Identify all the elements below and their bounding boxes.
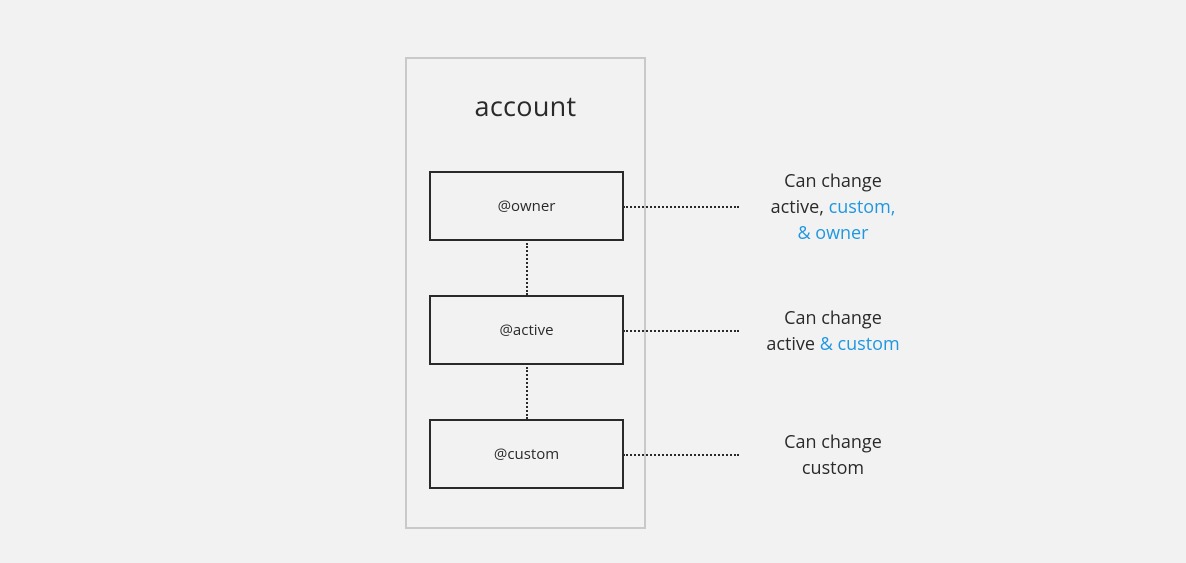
description-active: Can change active & custom [748,305,918,357]
account-title: account [407,87,644,124]
horizontal-connector-icon [623,206,739,208]
desc-text: active, [771,195,829,219]
desc-text: custom [802,456,864,480]
description-custom: Can change custom [748,429,918,481]
permission-label: @owner [498,196,556,216]
permission-label: @active [499,320,553,340]
desc-highlight: & owner [797,221,868,245]
permission-box-custom: @custom [429,419,624,489]
permission-box-owner: @owner [429,171,624,241]
permission-label: @custom [494,444,559,464]
horizontal-connector-icon [623,330,739,332]
desc-highlight: & custom [820,332,900,356]
desc-text: Can change [784,306,882,330]
desc-text: Can change [784,169,882,193]
vertical-connector-icon [526,243,528,295]
permission-box-active: @active [429,295,624,365]
vertical-connector-icon [526,367,528,419]
desc-text: active [766,332,819,356]
account-container: account @owner @active @custom [405,57,646,529]
desc-highlight: custom, [829,195,896,219]
description-owner: Can change active, custom, & owner [748,168,918,246]
horizontal-connector-icon [623,454,739,456]
desc-text: Can change [784,430,882,454]
